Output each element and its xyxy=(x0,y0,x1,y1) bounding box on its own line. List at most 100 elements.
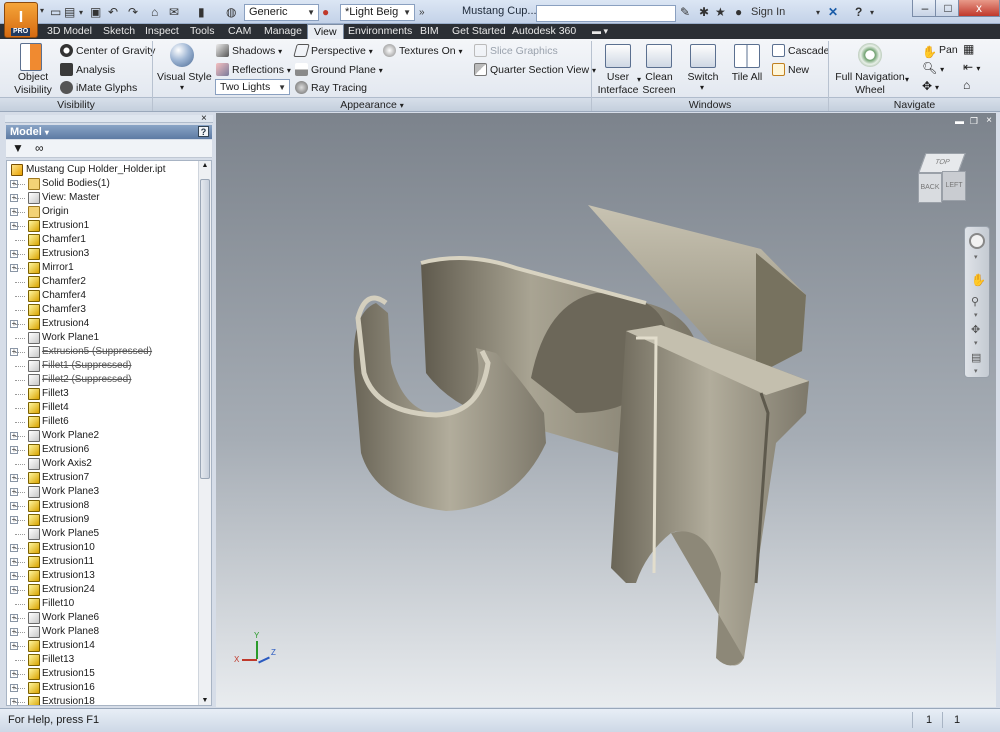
tree-item[interactable]: + Extrusion3 xyxy=(7,247,197,261)
tree-item[interactable]: + Extrusion14 xyxy=(7,639,197,653)
scrollbar-thumb[interactable] xyxy=(200,179,210,479)
center-of-gravity-button[interactable]: Center of Gravity xyxy=(60,44,155,58)
tree-item[interactable]: Fillet2 (Suppressed) xyxy=(7,373,197,387)
tree-item[interactable]: + Extrusion7 xyxy=(7,471,197,485)
tree-item[interactable]: + Extrusion8 xyxy=(7,499,197,513)
ray-tracing-button[interactable]: Ray Tracing xyxy=(295,81,367,95)
previous-view-button[interactable]: ⇤ ▾ xyxy=(963,61,980,75)
help-icon[interactable]: ? xyxy=(855,5,862,20)
tree-item[interactable]: Chamfer1 xyxy=(7,233,197,247)
tree-item[interactable]: Work Axis2 xyxy=(7,457,197,471)
tree-item[interactable]: + Work Plane2 xyxy=(7,429,197,443)
perspective-button[interactable]: Perspective ▾ xyxy=(293,44,373,58)
tree-item[interactable]: + Origin xyxy=(7,205,197,219)
visual-style-chevron-icon[interactable]: ▾ xyxy=(180,83,184,92)
scroll-down-icon[interactable]: ▼ xyxy=(200,697,210,704)
help-search-input[interactable] xyxy=(536,5,676,22)
app-menu-chevron-icon[interactable]: ▾ xyxy=(40,6,44,15)
tree-item[interactable]: Fillet3 xyxy=(7,387,197,401)
zoom-icon[interactable]: ⚲ xyxy=(971,295,979,308)
sign-in-chevron-icon[interactable]: ▾ xyxy=(816,5,820,20)
imate-glyphs-button[interactable]: iMate Glyphs xyxy=(60,81,137,95)
home-view-button[interactable]: ⌂ xyxy=(963,79,970,92)
tree-item[interactable]: Fillet1 (Suppressed) xyxy=(7,359,197,373)
tree-item[interactable]: + Work Plane3 xyxy=(7,485,197,499)
appearance-panel-label[interactable]: Appearance ▾ xyxy=(153,97,591,111)
lighting-style-select[interactable]: Two Lights ▼ xyxy=(215,79,290,95)
tree-item[interactable]: Work Plane1 xyxy=(7,331,197,345)
material-icon[interactable]: ◍ xyxy=(226,5,236,20)
undo-icon[interactable]: ↶ xyxy=(108,5,118,20)
sign-in-link[interactable]: Sign In xyxy=(751,5,785,20)
orbit-chevron-icon[interactable]: ▾ xyxy=(974,339,978,347)
open-dropdown-chevron-icon[interactable]: ▾ xyxy=(79,5,83,20)
zoom-button[interactable]: 🔍︎ ▾ xyxy=(922,62,944,76)
tab-manage[interactable]: Manage xyxy=(262,24,304,39)
appearance-select[interactable]: *Light Beig ▼ xyxy=(340,4,415,21)
home-icon[interactable]: ⌂ xyxy=(151,5,158,20)
clean-screen-button[interactable]: Clean Screen xyxy=(640,71,678,97)
tab-tools[interactable]: Tools xyxy=(188,24,217,39)
appearance-icon[interactable]: ● xyxy=(322,5,329,20)
tree-item[interactable]: + Work Plane6 xyxy=(7,611,197,625)
tab-bim[interactable]: BIM xyxy=(418,24,441,39)
favorites-star-icon[interactable]: ★ xyxy=(715,5,726,20)
tab-inspect[interactable]: Inspect xyxy=(143,24,181,39)
viewcube[interactable]: TOP BACK LEFT xyxy=(918,153,966,211)
tree-item[interactable]: + Extrusion15 xyxy=(7,667,197,681)
tree-item[interactable]: + Extrusion6 xyxy=(7,443,197,457)
steering-wheel-icon[interactable] xyxy=(969,233,985,249)
full-navigation-wheel-button[interactable]: Full Navigation Wheel xyxy=(834,71,906,97)
tab-3d-model[interactable]: 3D Model xyxy=(45,24,94,39)
tree-item[interactable]: + Extrusion18 xyxy=(7,695,197,705)
tab-cam[interactable]: CAM xyxy=(226,24,253,39)
orbit-button[interactable]: ✥ ▾ xyxy=(922,80,939,94)
cascade-button[interactable]: Cascade xyxy=(772,44,829,58)
textures-on-button[interactable]: Textures On ▾ xyxy=(383,44,463,58)
new-file-icon[interactable]: ▭ xyxy=(50,5,61,20)
viewcube-back-face[interactable]: BACK xyxy=(918,173,942,203)
user-interface-button[interactable]: User Interface xyxy=(596,71,640,97)
reflections-button[interactable]: Reflections ▾ xyxy=(216,63,291,77)
tree-item[interactable]: + Extrusion5 (Suppressed) xyxy=(7,345,197,359)
material-style-select[interactable]: Generic ▼ xyxy=(244,4,319,21)
pan-button[interactable]: ✋ Pan xyxy=(922,44,958,59)
close-button[interactable]: x xyxy=(958,0,1000,17)
tree-item[interactable]: + View: Master xyxy=(7,191,197,205)
tree-item[interactable]: + Extrusion13 xyxy=(7,569,197,583)
tree-item[interactable]: + Solid Bodies(1) xyxy=(7,177,197,191)
browser-header[interactable]: Model ▾ ? xyxy=(6,125,212,139)
update-icon[interactable]: ✉ xyxy=(169,5,179,20)
tree-item[interactable]: + Extrusion1 xyxy=(7,219,197,233)
browser-scrollbar[interactable]: ▲ ▼ xyxy=(198,161,211,705)
look-at-icon[interactable]: ▤ xyxy=(971,351,981,364)
tree-item[interactable]: + Extrusion24 xyxy=(7,583,197,597)
ribbon-display-toggle-icon[interactable]: ▬ ▾ xyxy=(590,24,610,39)
wrench-icon[interactable]: ✎ xyxy=(680,5,690,20)
analysis-button[interactable]: Analysis xyxy=(60,63,115,77)
tree-item[interactable]: Chamfer2 xyxy=(7,275,197,289)
tree-item[interactable]: + Extrusion11 xyxy=(7,555,197,569)
exchange-apps-icon[interactable]: ✕ xyxy=(828,5,838,20)
find-binoculars-icon[interactable]: ∞ xyxy=(35,141,44,155)
viewcube-left-face[interactable]: LEFT xyxy=(942,171,966,201)
zoom-chevron-icon[interactable]: ▾ xyxy=(974,311,978,319)
tree-item[interactable]: + Extrusion4 xyxy=(7,317,197,331)
communication-icon[interactable]: ✱ xyxy=(699,5,709,20)
tree-item[interactable]: Fillet4 xyxy=(7,401,197,415)
steering-wheel-chevron-icon[interactable]: ▾ xyxy=(974,253,978,261)
orbit-icon[interactable]: ✥ xyxy=(971,323,980,336)
tab-environments[interactable]: Environments xyxy=(346,24,414,39)
switch-chevron-icon[interactable]: ▾ xyxy=(700,83,704,92)
save-icon[interactable]: ▣ xyxy=(90,5,101,20)
tab-get-started[interactable]: Get Started xyxy=(450,24,508,39)
tab-view[interactable]: View xyxy=(307,24,344,39)
tree-item[interactable]: Fillet6 xyxy=(7,415,197,429)
filter-icon[interactable]: ▼ xyxy=(12,141,24,155)
application-menu-button[interactable]: I PRO xyxy=(4,2,38,38)
browser-help-button[interactable]: ? xyxy=(198,126,209,137)
browser-grip[interactable] xyxy=(5,115,213,123)
tab-autodesk-360[interactable]: Autodesk 360 xyxy=(510,24,578,39)
tree-item[interactable]: Work Plane5 xyxy=(7,527,197,541)
tree-item[interactable]: + Extrusion9 xyxy=(7,513,197,527)
